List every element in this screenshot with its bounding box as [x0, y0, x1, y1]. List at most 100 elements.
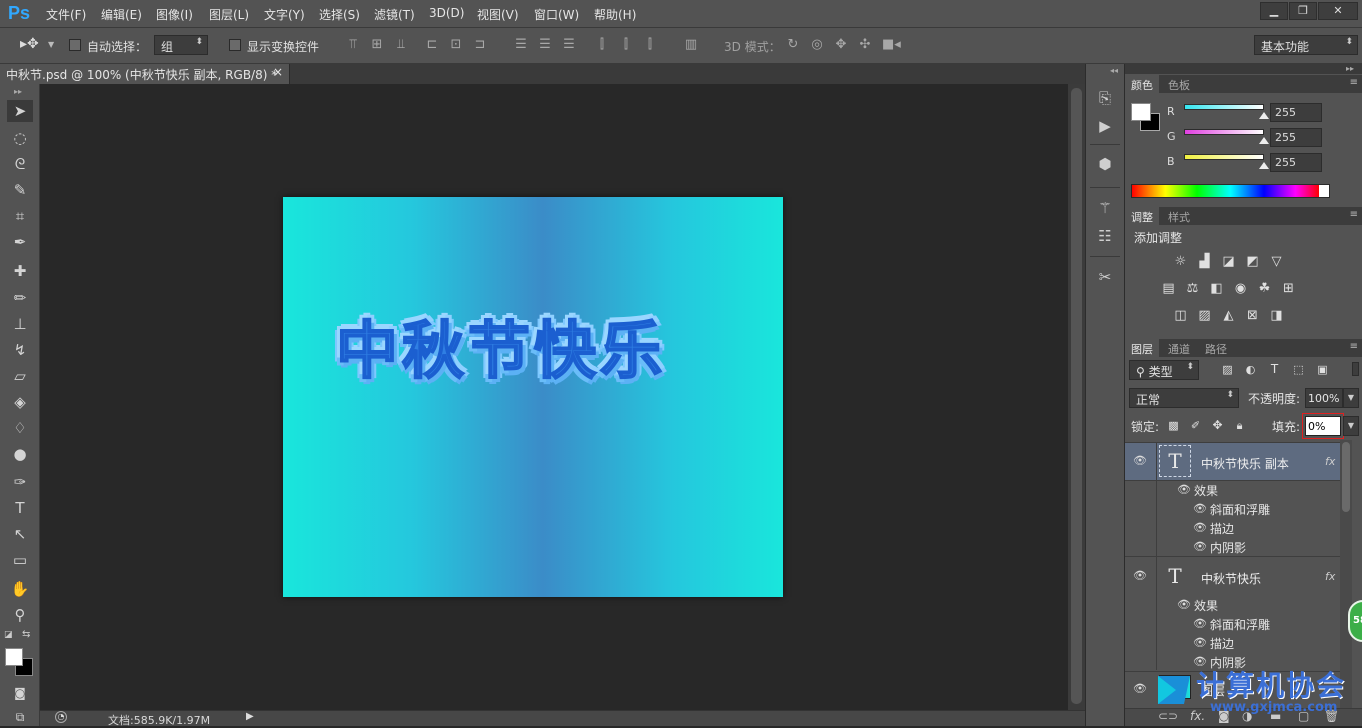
levels-icon[interactable]: ▟	[1196, 253, 1213, 270]
document-tab[interactable]: 中秋节.psd @ 100% (中秋节快乐 副本, RGB/8) * ×	[0, 64, 290, 84]
menu-window[interactable]: 窗口(W)	[534, 6, 579, 23]
filter-toggle[interactable]	[1352, 362, 1359, 376]
slider-b-knob[interactable]	[1259, 162, 1269, 169]
tab-paths[interactable]: 路径	[1199, 339, 1233, 357]
floating-badge[interactable]: 58	[1348, 600, 1362, 642]
text-layer-thumb-icon[interactable]: T	[1159, 561, 1191, 593]
link-layers-icon[interactable]: ⊂⊃	[1158, 709, 1178, 723]
3d-rotate-icon[interactable]: ↻	[786, 37, 800, 53]
black-white-icon[interactable]: ◧	[1208, 280, 1225, 297]
invert-icon[interactable]: ◫	[1172, 307, 1189, 324]
auto-select-dropdown[interactable]: 组 ⬍	[154, 35, 208, 55]
fx-icon[interactable]: fx	[1325, 455, 1335, 468]
screen-mode-icon[interactable]: ⧉	[7, 706, 33, 726]
lock-all-icon[interactable]: 🔒︎	[1231, 417, 1248, 434]
brush-tool-icon[interactable]: ✏	[7, 287, 33, 309]
channel-value-b[interactable]: 255	[1270, 153, 1322, 172]
panel-menu-icon[interactable]: ≡	[1350, 341, 1358, 352]
visibility-eye-icon[interactable]: 👁︎	[1133, 454, 1147, 467]
lock-image-icon[interactable]: ✐	[1187, 417, 1204, 434]
workspace-dropdown[interactable]: 基本功能 ⬍	[1254, 35, 1358, 55]
fill-input[interactable]: 0%	[1305, 416, 1341, 436]
menu-filter[interactable]: 滤镜(T)	[374, 6, 415, 23]
visibility-eye-icon[interactable]: 👁︎	[1193, 617, 1207, 630]
menu-edit[interactable]: 编辑(E)	[101, 6, 142, 23]
expand-panels-icon[interactable]: ◂◂	[1110, 66, 1118, 75]
tab-color[interactable]: 颜色	[1125, 75, 1159, 93]
visibility-eye-icon[interactable]: 👁︎	[1177, 598, 1191, 611]
add-style-icon[interactable]: fx.	[1190, 709, 1205, 723]
lock-position-icon[interactable]: ✥	[1209, 417, 1226, 434]
distribute-vcenter-icon[interactable]: ☰	[538, 37, 552, 53]
auto-align-icon[interactable]: ▥	[684, 37, 698, 53]
slider-g-knob[interactable]	[1259, 137, 1269, 144]
tab-adjustments[interactable]: 调整	[1125, 207, 1159, 225]
actions-panel-icon[interactable]: ▶	[1094, 115, 1116, 137]
layer-name[interactable]: 中秋节快乐 副本	[1201, 455, 1289, 472]
align-top-icon[interactable]: ⫪	[346, 37, 360, 53]
menu-help[interactable]: 帮助(H)	[594, 6, 636, 23]
color-lookup-icon[interactable]: ⊞	[1280, 280, 1297, 297]
status-menu-arrow-icon[interactable]: ▶	[246, 711, 254, 722]
visibility-eye-icon[interactable]: 👁︎	[1193, 540, 1207, 553]
color-spectrum-bar[interactable]	[1131, 184, 1330, 198]
menu-image[interactable]: 图像(I)	[156, 6, 193, 23]
tab-layers[interactable]: 图层	[1125, 339, 1159, 357]
collapse-panels-icon[interactable]: ▸▸	[1346, 64, 1354, 73]
menu-3d[interactable]: 3D(D)	[429, 6, 464, 20]
3d-roll-icon[interactable]: ◎	[810, 37, 824, 53]
visibility-eye-icon[interactable]: 👁︎	[1193, 521, 1207, 534]
show-transform-checkbox[interactable]	[229, 39, 241, 51]
fill-dropdown-icon[interactable]: ▼	[1343, 416, 1359, 436]
rectangle-tool-icon[interactable]: ▭	[7, 549, 33, 571]
slider-r-knob[interactable]	[1259, 112, 1269, 119]
close-window-button[interactable]: ✕	[1318, 2, 1358, 20]
layer-name[interactable]: 中秋节快乐	[1201, 570, 1261, 587]
minimize-button[interactable]: ▁	[1260, 2, 1288, 20]
threshold-icon[interactable]: ◭	[1220, 307, 1237, 324]
scrollbar-thumb[interactable]	[1071, 88, 1082, 704]
eraser-tool-icon[interactable]: ▱	[7, 365, 33, 387]
visibility-eye-icon[interactable]: 👁︎	[1193, 636, 1207, 649]
align-vcenter-icon[interactable]: ⊞	[370, 37, 384, 53]
foreground-color-swatch[interactable]	[5, 648, 23, 666]
fx-icon[interactable]: fx	[1325, 570, 1335, 583]
align-right-icon[interactable]: ⊐	[473, 37, 487, 53]
stamp-tool-icon[interactable]: ⊥	[7, 313, 33, 335]
selective-color-icon[interactable]: ◨	[1268, 307, 1285, 324]
effect-name[interactable]: 描边	[1210, 635, 1234, 652]
panel-menu-icon[interactable]: ≡	[1350, 209, 1358, 220]
distribute-hcenter-icon[interactable]: ⫿	[619, 37, 633, 53]
eyedropper-tool-icon[interactable]: ✒	[7, 231, 33, 253]
text-layer-thumb-icon[interactable]: T	[1159, 445, 1191, 477]
filter-adjustment-icon[interactable]: ◐	[1242, 361, 1259, 378]
canvas-vertical-scrollbar[interactable]	[1068, 84, 1085, 710]
zoom-tool-icon[interactable]: ⚲	[7, 604, 33, 626]
filter-smart-object-icon[interactable]: ▣	[1314, 361, 1331, 378]
distribute-top-icon[interactable]: ☰	[514, 37, 528, 53]
lasso-tool-icon[interactable]: ᘓ	[7, 153, 33, 175]
blur-tool-icon[interactable]: ♢	[7, 417, 33, 439]
panel-menu-icon[interactable]: ≡	[1350, 77, 1358, 88]
3d-panel-icon[interactable]: ⬢	[1094, 153, 1116, 175]
tool-preset-caret-icon[interactable]: ▼	[48, 40, 54, 49]
filter-pixel-icon[interactable]: ▨	[1219, 361, 1236, 378]
align-hcenter-icon[interactable]: ⊡	[449, 37, 463, 53]
distribute-bottom-icon[interactable]: ☰	[562, 37, 576, 53]
healing-brush-tool-icon[interactable]: ✚	[7, 260, 33, 282]
channel-value-r[interactable]: 255	[1270, 103, 1322, 122]
align-bottom-icon[interactable]: ⫫	[394, 37, 408, 53]
effect-name[interactable]: 斜面和浮雕	[1210, 501, 1270, 518]
exposure-icon[interactable]: ◩	[1244, 253, 1261, 270]
curves-icon[interactable]: ◪	[1220, 253, 1237, 270]
channel-value-g[interactable]: 255	[1270, 128, 1322, 147]
filter-shape-icon[interactable]: ⬚	[1290, 361, 1307, 378]
type-tool-icon[interactable]: T	[7, 497, 33, 519]
close-tab-icon[interactable]: ×	[273, 65, 283, 79]
opacity-dropdown-icon[interactable]: ▼	[1343, 388, 1359, 408]
hue-saturation-icon[interactable]: ▤	[1160, 280, 1177, 297]
slider-b[interactable]	[1184, 154, 1264, 160]
path-select-tool-icon[interactable]: ↖	[7, 523, 33, 545]
brush-panel-icon[interactable]: ⚚	[1094, 197, 1116, 219]
3d-pan-icon[interactable]: ✥	[834, 37, 848, 53]
